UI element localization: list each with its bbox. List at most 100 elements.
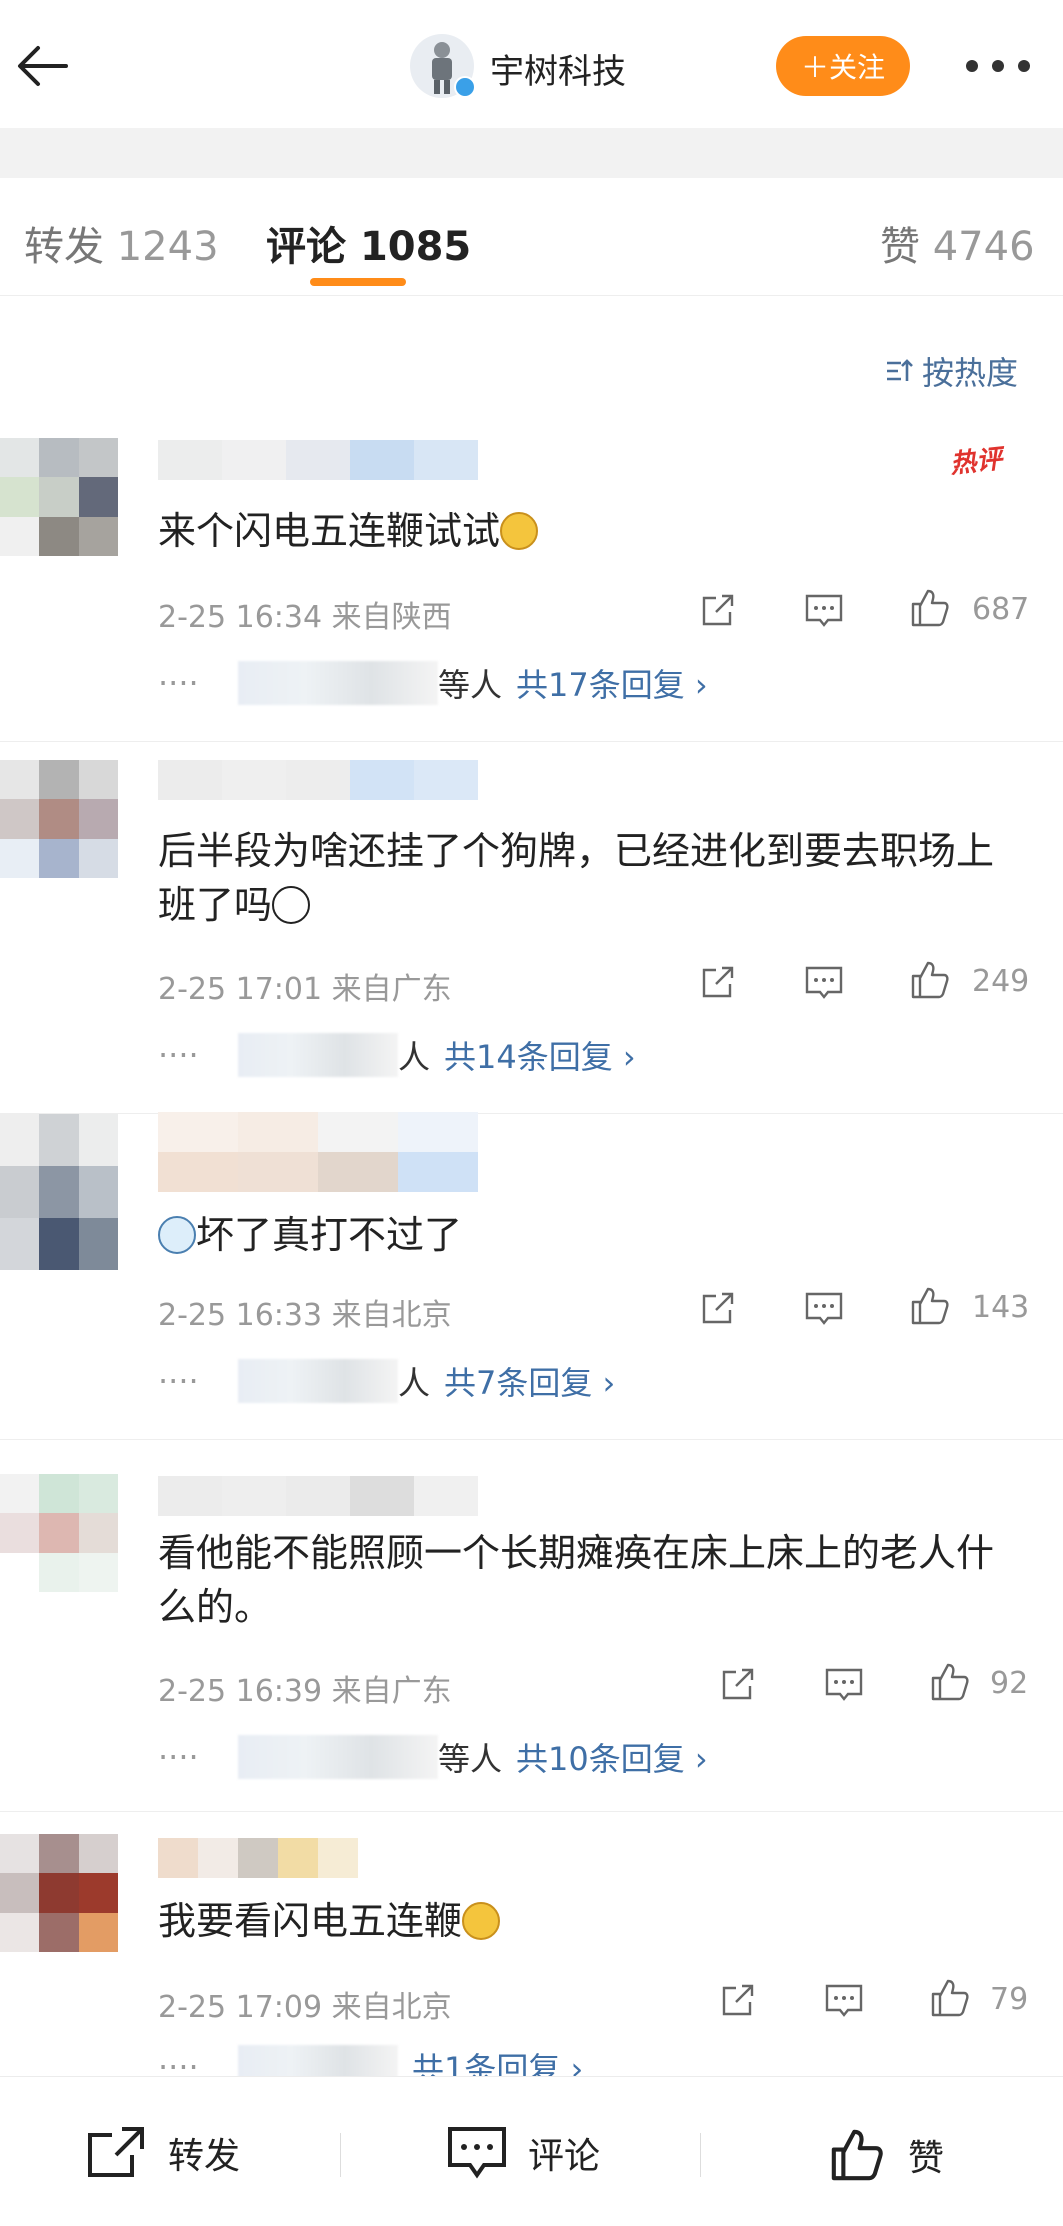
tab-label: 评论 <box>266 224 346 270</box>
comment-meta: 2-25 16:34 来自陕西 <box>158 600 452 635</box>
reply-summary[interactable]: ···· 人 共14条回复 › <box>158 1032 636 1078</box>
share-icon[interactable] <box>696 1286 740 1330</box>
comment-item: 来个闪电五连鞭试试 2-25 16:34 来自陕西 687 ···· 等人 共1… <box>0 400 1063 742</box>
like-count: 79 <box>990 1982 1029 2017</box>
tab-comment[interactable]: 评论 1085 <box>266 214 471 272</box>
comment-item: 坏了真打不过了 2-25 16:33 来自北京 143 ···· 人 共7条回复… <box>0 1112 1063 1440</box>
thumbs-up-icon[interactable] <box>928 1660 972 1704</box>
repost-button[interactable]: 转发 <box>86 2125 240 2181</box>
back-arrow-icon[interactable] <box>12 34 76 98</box>
view-replies-link[interactable]: 共10条回复 › <box>516 1734 708 1780</box>
dizzy-emoji-icon <box>158 1216 196 1254</box>
sort-label: 按热度 <box>922 354 1019 392</box>
reply-indicator: ···· <box>158 1738 199 1776</box>
doge-emoji-icon <box>500 512 539 550</box>
panda-emoji-icon <box>272 886 311 924</box>
comment-username[interactable] <box>158 1838 358 1878</box>
comment-meta: 2-25 16:33 来自北京 <box>158 1298 452 1333</box>
comment-meta: 2-25 17:09 来自北京 <box>158 1990 452 2025</box>
tab-bar: 转发 1243 评论 1085 赞 4746 <box>0 178 1063 296</box>
like-button[interactable]: 赞 <box>826 2125 944 2185</box>
tab-count: 4746 <box>932 224 1035 270</box>
reply-summary[interactable]: ···· 人 共7条回复 › <box>158 1358 615 1404</box>
comment-avatar[interactable] <box>0 1834 118 1952</box>
replier-names <box>238 1359 398 1403</box>
reply-summary[interactable]: ···· 等人 共17条回复 › <box>158 660 708 706</box>
view-replies-link[interactable]: 共7条回复 › <box>444 1358 615 1404</box>
more-options-icon[interactable] <box>966 56 1030 76</box>
reply-icon[interactable] <box>802 588 846 632</box>
reply-suffix: 人 <box>398 1038 431 1076</box>
reply-icon[interactable] <box>802 960 846 1004</box>
share-icon[interactable] <box>716 1978 760 2022</box>
repost-label: 转发 <box>168 2136 241 2177</box>
comment-username[interactable] <box>158 760 478 800</box>
comment-username[interactable] <box>158 1476 478 1516</box>
reply-indicator: ···· <box>158 1362 199 1400</box>
thumbs-up-icon[interactable] <box>908 586 952 630</box>
reply-suffix: 等人 <box>438 666 503 704</box>
reply-icon[interactable] <box>822 1662 866 1706</box>
tab-label: 赞 <box>880 224 920 270</box>
like-label: 赞 <box>908 2138 945 2179</box>
tab-active-indicator <box>310 278 406 286</box>
thumbs-up-icon[interactable] <box>928 1976 972 2020</box>
comment-text: 来个闪电五连鞭试试 <box>158 504 1018 558</box>
tab-repost[interactable]: 转发 1243 <box>24 214 219 272</box>
comment-text: 我要看闪电五连鞭 <box>158 1894 1018 1948</box>
comment-username[interactable] <box>158 1112 478 1192</box>
comment-avatar[interactable] <box>0 1114 118 1270</box>
comment-avatar[interactable] <box>0 438 118 556</box>
reply-icon[interactable] <box>822 1978 866 2022</box>
comment-avatar[interactable] <box>0 760 118 878</box>
like-icon <box>831 2129 883 2181</box>
bottom-action-bar: 转发 评论 赞 <box>0 2076 1063 2226</box>
replier-names <box>238 661 438 705</box>
view-replies-link[interactable]: 共14条回复 › <box>444 1032 636 1078</box>
comment-avatar[interactable] <box>0 1474 118 1592</box>
comment-text: 坏了真打不过了 <box>158 1208 1018 1262</box>
tab-count: 1243 <box>116 224 219 270</box>
reply-icon[interactable] <box>802 1286 846 1330</box>
comment-button[interactable]: 评论 <box>446 2125 600 2181</box>
tab-like[interactable]: 赞 4746 <box>880 214 1035 272</box>
thumbs-up-icon[interactable] <box>908 1284 952 1328</box>
verified-badge-icon <box>454 76 476 98</box>
like-count: 249 <box>972 964 1030 999</box>
sort-toggle[interactable]: 按热度 <box>884 348 1018 394</box>
comment-text: 后半段为啥还挂了个狗牌，已经进化到要去职场上班了吗 <box>158 829 995 927</box>
comment-item: 我要看闪电五连鞭 2-25 17:09 来自北京 79 ···· 共1条回复 › <box>0 1812 1063 2089</box>
thumbs-up-icon[interactable] <box>908 958 952 1002</box>
comment-item: 后半段为啥还挂了个狗牌，已经进化到要去职场上班了吗 2-25 17:01 来自广… <box>0 742 1063 1114</box>
reply-suffix: 等人 <box>438 1740 503 1778</box>
section-divider <box>0 128 1063 178</box>
replier-names <box>238 1033 398 1077</box>
reply-indicator: ···· <box>158 1036 199 1074</box>
comment-meta: 2-25 16:39 来自广东 <box>158 1674 452 1709</box>
reply-summary[interactable]: ···· 等人 共10条回复 › <box>158 1734 708 1780</box>
tab-count: 1085 <box>359 224 472 270</box>
doge-emoji-icon <box>462 1902 501 1940</box>
view-replies-link[interactable]: 共17条回复 › <box>516 660 708 706</box>
share-icon[interactable] <box>696 960 740 1004</box>
comment-label: 评论 <box>528 2136 601 2177</box>
sort-icon <box>887 359 913 381</box>
share-icon[interactable] <box>696 588 740 632</box>
reply-suffix: 人 <box>398 1364 431 1402</box>
comment-username[interactable] <box>158 440 478 480</box>
comment-icon <box>448 2127 506 2179</box>
like-count: 92 <box>990 1666 1029 1701</box>
like-count: 143 <box>972 1290 1030 1325</box>
share-icon[interactable] <box>716 1662 760 1706</box>
account-name[interactable]: 宇树科技 <box>490 44 626 93</box>
follow-button[interactable]: ＋关注 <box>776 36 910 96</box>
like-count: 687 <box>972 592 1030 627</box>
divider <box>340 2133 341 2177</box>
comment-text: 看他能不能照顾一个长期瘫痪在床上床上的老人什么的。 <box>158 1531 995 1629</box>
divider <box>700 2133 701 2177</box>
comment-item: 看他能不能照顾一个长期瘫痪在床上床上的老人什么的。 2-25 16:39 来自广… <box>0 1440 1063 1812</box>
top-bar: 宇树科技 ＋关注 <box>0 0 1063 128</box>
reply-indicator: ···· <box>158 664 199 702</box>
comment-meta: 2-25 17:01 来自广东 <box>158 972 452 1007</box>
repost-icon <box>88 2127 144 2177</box>
